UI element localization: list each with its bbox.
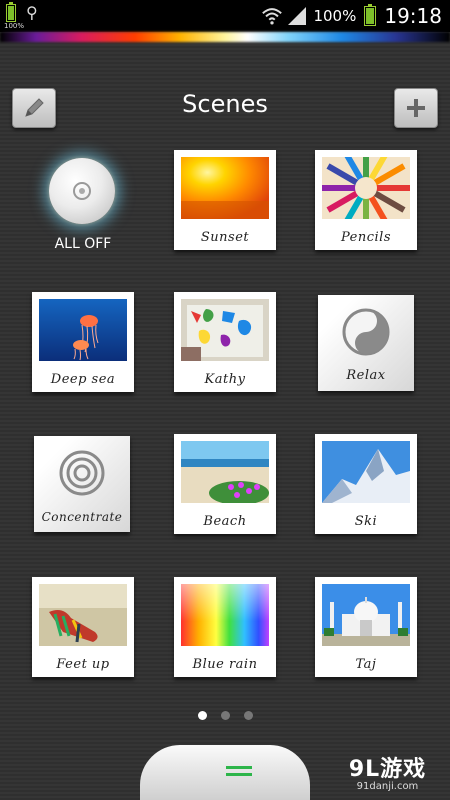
scene-label: Taj <box>355 657 377 672</box>
scene-pencils[interactable]: Pencils <box>315 150 417 250</box>
page-title: Scenes <box>182 90 268 118</box>
concentric-circles-icon <box>59 450 105 496</box>
clock: 19:18 <box>384 4 442 28</box>
battery-icon <box>6 2 16 22</box>
bottom-bar: 9L游戏 91danji.com <box>0 745 450 800</box>
scene-blue-rain[interactable]: Blue rain <box>174 577 276 677</box>
scene-label: Beach <box>203 514 247 529</box>
scene-label: Sunset <box>200 230 250 245</box>
wifi-icon <box>262 8 283 25</box>
signal-percent: 100% <box>313 7 357 25</box>
page-dot[interactable] <box>220 711 230 720</box>
page-dot[interactable] <box>243 711 253 720</box>
accent-glow <box>0 32 450 42</box>
pencils-photo <box>322 157 410 219</box>
page-dot[interactable] <box>197 711 207 720</box>
watermark: 9L游戏 91danji.com <box>335 751 440 792</box>
usb-icon: ⚲ <box>26 3 38 22</box>
scene-ski[interactable]: Ski <box>315 434 417 534</box>
scene-label: Concentrate <box>41 510 123 524</box>
add-scene-button[interactable] <box>394 88 438 128</box>
page-indicator <box>0 711 450 720</box>
scene-label: Pencils <box>341 230 391 245</box>
deep-sea-photo <box>39 299 127 361</box>
signal-icon <box>288 7 307 25</box>
kathy-photo <box>181 299 269 361</box>
scene-label: Feet up <box>56 657 110 672</box>
handle-grip-icon <box>226 766 252 769</box>
blue-rain-photo <box>181 584 269 646</box>
scene-label: Kathy <box>204 372 246 387</box>
scene-taj[interactable]: Taj <box>315 577 417 677</box>
scene-label: ALL OFF <box>54 236 112 252</box>
status-bar: ⚲ 100% 100% 19:18 <box>0 0 450 32</box>
watermark-logo: 9L游戏 <box>348 757 427 782</box>
scene-label: Relax <box>346 368 386 383</box>
scene-all-off[interactable]: ALL OFF <box>32 150 134 260</box>
beach-photo <box>181 441 269 503</box>
scene-label: Blue rain <box>192 657 258 672</box>
feet-up-photo <box>39 584 127 646</box>
scene-deep-sea[interactable]: Deep sea <box>32 292 134 392</box>
scene-concentrate[interactable]: Concentrate <box>34 436 130 532</box>
taj-photo <box>322 584 410 646</box>
battery-small-percent: 100% <box>4 22 25 30</box>
scene-sunset[interactable]: Sunset <box>174 150 276 250</box>
scene-feet-up[interactable]: Feet up <box>32 577 134 677</box>
scene-label: Ski <box>354 514 378 529</box>
battery-icon <box>364 4 377 26</box>
power-icon <box>49 158 115 224</box>
ski-photo <box>322 441 410 503</box>
scene-label: Deep sea <box>50 372 116 387</box>
handle-grip-icon <box>226 773 252 776</box>
scene-beach[interactable]: Beach <box>174 434 276 534</box>
plus-icon <box>407 99 425 117</box>
sunset-photo <box>181 157 269 219</box>
yin-yang-icon <box>342 308 390 356</box>
scene-relax[interactable]: Relax <box>318 295 414 391</box>
drawer-handle[interactable] <box>140 745 310 800</box>
header: Scenes <box>0 86 450 128</box>
scene-kathy[interactable]: Kathy <box>174 292 276 392</box>
